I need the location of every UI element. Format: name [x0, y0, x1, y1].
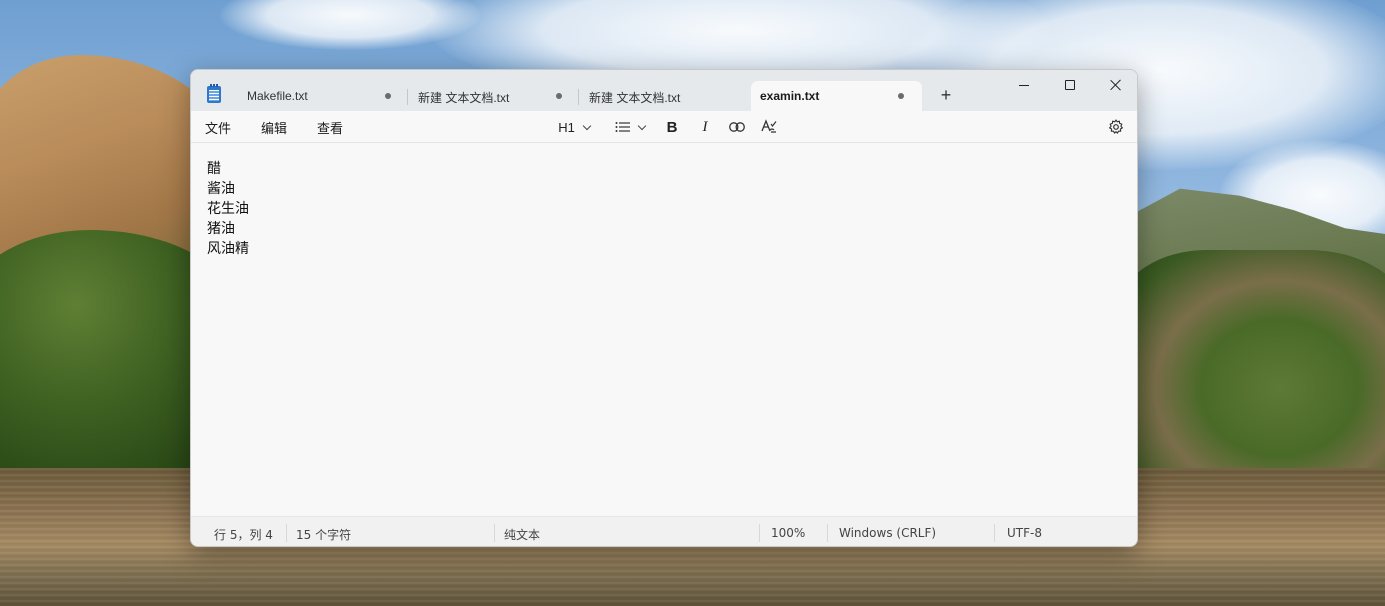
italic-button[interactable]: I	[694, 117, 716, 137]
tab-new-text-doc-1[interactable]: 新建 文本文档.txt	[402, 81, 578, 111]
title-bar[interactable]: Makefile.txt 新建 文本文档.txt 新建 文本文档.txt exa…	[191, 70, 1137, 111]
unsaved-dot-icon[interactable]	[556, 93, 562, 99]
notepad-window: Makefile.txt 新建 文本文档.txt 新建 文本文档.txt exa…	[190, 69, 1138, 547]
bold-icon: B	[666, 118, 678, 136]
list-dropdown[interactable]	[610, 117, 650, 137]
unsaved-dot-icon[interactable]	[385, 93, 391, 99]
heading-dropdown[interactable]: H1	[554, 117, 594, 137]
editor-line: 猪油	[207, 221, 235, 237]
status-divider	[759, 524, 760, 542]
close-button[interactable]	[1093, 70, 1137, 100]
tab-new-text-doc-2[interactable]: 新建 文本文档.txt	[573, 81, 749, 111]
minimize-button[interactable]	[1001, 70, 1047, 100]
tab-label: Makefile.txt	[247, 89, 308, 103]
menu-view[interactable]: 查看	[317, 118, 343, 137]
text-editor[interactable]: 醋 酱油 花生油 猪油 风油精	[191, 144, 1137, 516]
link-button[interactable]	[726, 117, 748, 137]
status-divider	[994, 524, 995, 542]
unsaved-dot-icon[interactable]	[898, 93, 904, 99]
menu-edit[interactable]: 编辑	[261, 118, 287, 137]
notepad-app-icon	[207, 84, 221, 103]
tab-makefile[interactable]: Makefile.txt	[231, 81, 407, 111]
zoom-level[interactable]: 100%	[771, 526, 805, 540]
list-icon	[615, 122, 630, 132]
spellcheck-icon	[761, 119, 777, 133]
line-ending[interactable]: Windows (CRLF)	[839, 526, 936, 540]
chevron-down-icon	[582, 121, 592, 130]
editor-line: 醋	[207, 161, 221, 177]
bold-button[interactable]: B	[661, 117, 683, 137]
status-divider	[827, 524, 828, 542]
maximize-icon	[1065, 80, 1075, 90]
tab-label: 新建 文本文档.txt	[418, 91, 510, 105]
tab-examin[interactable]: examin.txt	[751, 81, 922, 111]
editor-line: 酱油	[207, 181, 235, 197]
menu-file[interactable]: 文件	[205, 118, 231, 137]
encoding[interactable]: UTF-8	[1007, 526, 1042, 540]
wallpaper-forest	[1120, 250, 1385, 480]
tab-label: 新建 文本文档.txt	[589, 91, 681, 105]
close-icon	[1110, 79, 1122, 91]
editor-line: 花生油	[207, 201, 249, 217]
italic-icon: I	[702, 118, 708, 135]
gear-icon	[1109, 119, 1123, 134]
spellcheck-button[interactable]	[758, 117, 780, 137]
maximize-button[interactable]	[1047, 70, 1093, 100]
plus-icon[interactable]: +	[937, 86, 955, 104]
heading-label: H1	[558, 119, 575, 135]
status-divider	[286, 524, 287, 542]
status-bar: 行 5，列 4 15 个字符 纯文本 100% Windows (CRLF) U…	[191, 516, 1137, 546]
editor-line: 风油精	[207, 241, 249, 257]
link-icon	[729, 122, 745, 132]
minimize-icon	[1019, 84, 1029, 86]
chevron-down-icon	[637, 121, 647, 130]
tab-label: examin.txt	[760, 89, 820, 103]
cursor-position: 行 5，列 4	[214, 528, 273, 542]
menu-bar: 文件 编辑 查看 H1 B I	[191, 111, 1137, 143]
text-format[interactable]: 纯文本	[504, 526, 540, 543]
settings-button[interactable]	[1105, 117, 1127, 137]
status-divider	[494, 524, 495, 542]
character-count: 15 个字符	[296, 528, 352, 542]
